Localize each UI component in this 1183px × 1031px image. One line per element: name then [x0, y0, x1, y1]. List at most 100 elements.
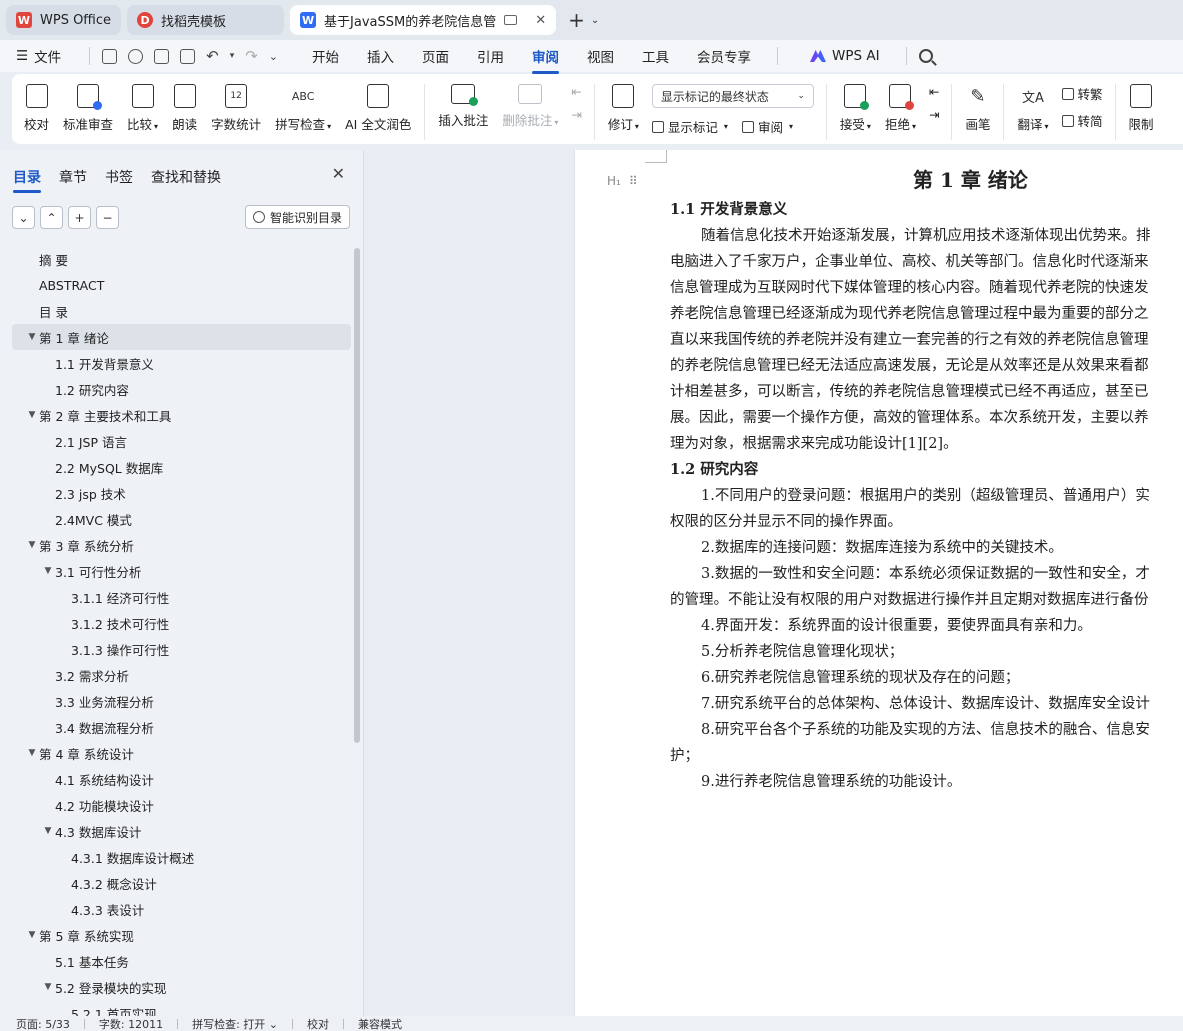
expand-down-icon[interactable]: ⌄ [12, 206, 35, 229]
toc-item[interactable]: 3.1.3 操作可行性 [12, 636, 351, 662]
menu-member[interactable]: 会员专享 [697, 46, 751, 66]
track-changes-button[interactable]: 修订 ▾ [608, 84, 639, 133]
search-icon[interactable] [918, 49, 933, 63]
monitor-icon[interactable] [504, 15, 518, 25]
tab-sections[interactable]: 章节 [59, 167, 87, 187]
chevron-down-icon[interactable]: ⌄ [591, 15, 599, 26]
collapse-triangle-icon[interactable]: ▼ [25, 332, 39, 342]
toc-item[interactable]: 2.1 JSP 语言 [12, 428, 351, 454]
next-change-icon[interactable]: ⇥ [929, 107, 939, 122]
accept-button[interactable]: 接受 ▾ [840, 84, 871, 133]
redo-icon[interactable]: ↷ [245, 47, 258, 65]
drag-handle-icon[interactable]: ⠿ [629, 174, 638, 188]
menu-page[interactable]: 页面 [422, 46, 449, 66]
toc-item[interactable]: 目 录 [12, 298, 351, 324]
toc-item[interactable]: ▼ 第 4 章 系统设计 [12, 740, 351, 766]
insert-comment-button[interactable]: 插入批注 [438, 84, 488, 129]
toc-item[interactable]: 3.1.2 技术可行性 [12, 610, 351, 636]
collapse-triangle-icon[interactable]: ▼ [25, 748, 39, 758]
markup-state-select[interactable]: 显示标记的最终状态 ⌄ [651, 84, 814, 108]
standard-review-button[interactable]: 标准审查 [63, 84, 113, 133]
smart-toc-button[interactable]: 智能识别目录 [244, 205, 350, 229]
tab-toc[interactable]: 目录 [13, 167, 41, 193]
file-menu[interactable]: ☰ 文件 [16, 46, 61, 66]
tab-document[interactable]: W 基于JavaSSM的养老院信息管 ✕ [290, 5, 557, 35]
toc-item[interactable]: ABSTRACT [12, 272, 351, 298]
delete-comment-button[interactable]: 删除批注 ▾ [502, 84, 558, 129]
tab-find-replace[interactable]: 查找和替换 [151, 167, 221, 187]
add-heading-icon[interactable]: + [68, 206, 91, 229]
tab-docer-templates[interactable]: D 找稻壳模板 [127, 5, 285, 35]
new-tab-plus-icon[interactable]: + [568, 8, 585, 32]
menu-home[interactable]: 开始 [312, 46, 339, 66]
collapse-triangle-icon[interactable]: ▼ [41, 982, 55, 992]
toc-item[interactable]: 4.3.1 数据库设计概述 [12, 844, 351, 870]
toc-item[interactable]: ▼ 5.2 登录模块的实现 [12, 974, 351, 1000]
next-comment-icon[interactable]: ⇥ [571, 107, 581, 122]
toc-item[interactable]: 摘 要 [12, 246, 351, 272]
page-indicator[interactable]: 页面: 5/33 [16, 1016, 70, 1031]
compare-button[interactable]: 比较 ▾ [127, 84, 158, 133]
toc-item[interactable]: ▼ 3.1 可行性分析 [12, 558, 351, 584]
collapse-triangle-icon[interactable]: ▼ [25, 930, 39, 940]
toc-item[interactable]: 4.3.2 概念设计 [12, 870, 351, 896]
toc-item[interactable]: 1.1 开发背景意义 [12, 350, 351, 376]
spell-check-indicator[interactable]: 拼写检查: 打开 ⌄ [192, 1016, 278, 1031]
spell-check-button[interactable]: ABC 拼写检查 ▾ [275, 84, 331, 133]
toc-item[interactable]: 3.2 需求分析 [12, 662, 351, 688]
toc-item[interactable]: 2.2 MySQL 数据库 [12, 454, 351, 480]
close-tab-icon[interactable]: ✕ [535, 13, 546, 28]
toc-item[interactable]: 4.1 系统结构设计 [12, 766, 351, 792]
restrict-editing-button[interactable]: 限制 [1129, 84, 1154, 133]
read-aloud-button[interactable]: 朗读 [172, 84, 197, 133]
toc-item[interactable]: ▼ 第 1 章 绪论 [12, 324, 351, 350]
heading-handle[interactable]: H₁ ⠿ [607, 174, 638, 188]
word-count-button[interactable]: 12 字数统计 [211, 84, 261, 133]
menu-review[interactable]: 审阅 [532, 46, 560, 74]
ai-polish-button[interactable]: AI 全文润色 [345, 84, 411, 133]
previous-comment-icon[interactable]: ⇤ [571, 84, 581, 99]
close-pane-icon[interactable]: ✕ [332, 164, 345, 183]
more-dropdown-icon[interactable]: ⌄ [269, 50, 278, 63]
proof-indicator[interactable]: 校对 [307, 1016, 329, 1031]
word-count-indicator[interactable]: 字数: 12011 [99, 1016, 163, 1031]
collapse-triangle-icon[interactable]: ▼ [25, 410, 39, 420]
toc-item[interactable]: 2.3 jsp 技术 [12, 480, 351, 506]
menu-view[interactable]: 视图 [587, 46, 614, 66]
previous-change-icon[interactable]: ⇤ [929, 84, 939, 99]
undo-icon[interactable]: ↶ [206, 47, 219, 65]
toc-item[interactable]: 4.2 功能模块设计 [12, 792, 351, 818]
collapse-up-icon[interactable]: ⌃ [40, 206, 63, 229]
document-page[interactable]: H₁ ⠿ 第 1 章 绪论 1.1 开发背景意义 随着信息化技术开始逐渐发展，计算… [575, 150, 1183, 1016]
reject-button[interactable]: 拒绝 ▾ [885, 84, 916, 133]
share-link-icon[interactable] [128, 48, 144, 64]
toc-item[interactable]: 3.4 数据流程分析 [12, 714, 351, 740]
save-icon[interactable] [102, 48, 118, 64]
toc-item[interactable]: 4.3.3 表设计 [12, 896, 351, 922]
collapse-triangle-icon[interactable]: ▼ [25, 540, 39, 550]
toc-item[interactable]: 2.4MVC 模式 [12, 506, 351, 532]
toc-item[interactable]: ▼ 第 2 章 主要技术和工具 [12, 402, 351, 428]
menu-insert[interactable]: 插入 [367, 46, 394, 66]
tab-wps-office[interactable]: W WPS Office [6, 5, 122, 35]
show-markup-button[interactable]: 显示标记 ▾ [651, 117, 728, 136]
print-icon[interactable] [154, 48, 170, 64]
remove-heading-icon[interactable]: − [96, 206, 119, 229]
proofread-button[interactable]: 校对 [24, 84, 49, 133]
tab-bookmarks[interactable]: 书签 [105, 167, 133, 187]
pen-button[interactable]: ✎ 画笔 [965, 84, 990, 133]
toc-scrollbar[interactable] [354, 248, 360, 743]
toc-item[interactable]: ▼ 第 3 章 系统分析 [12, 532, 351, 558]
toc-item[interactable]: ▼ 4.3 数据库设计 [12, 818, 351, 844]
wps-ai-button[interactable]: WPS AI [810, 48, 880, 64]
translate-button[interactable]: 文A 翻译 ▾ [1017, 84, 1048, 133]
undo-dropdown-icon[interactable]: ▾ [230, 51, 235, 61]
toc-item[interactable]: 1.2 研究内容 [12, 376, 351, 402]
toc-item[interactable]: 5.1 基本任务 [12, 948, 351, 974]
collapse-triangle-icon[interactable]: ▼ [41, 826, 55, 836]
to-traditional-button[interactable]: 转繁 [1061, 84, 1103, 103]
toc-item[interactable]: 3.3 业务流程分析 [12, 688, 351, 714]
menu-tools[interactable]: 工具 [642, 46, 669, 66]
review-pane-button[interactable]: 审阅 ▾ [741, 117, 793, 136]
collapse-triangle-icon[interactable]: ▼ [41, 566, 55, 576]
